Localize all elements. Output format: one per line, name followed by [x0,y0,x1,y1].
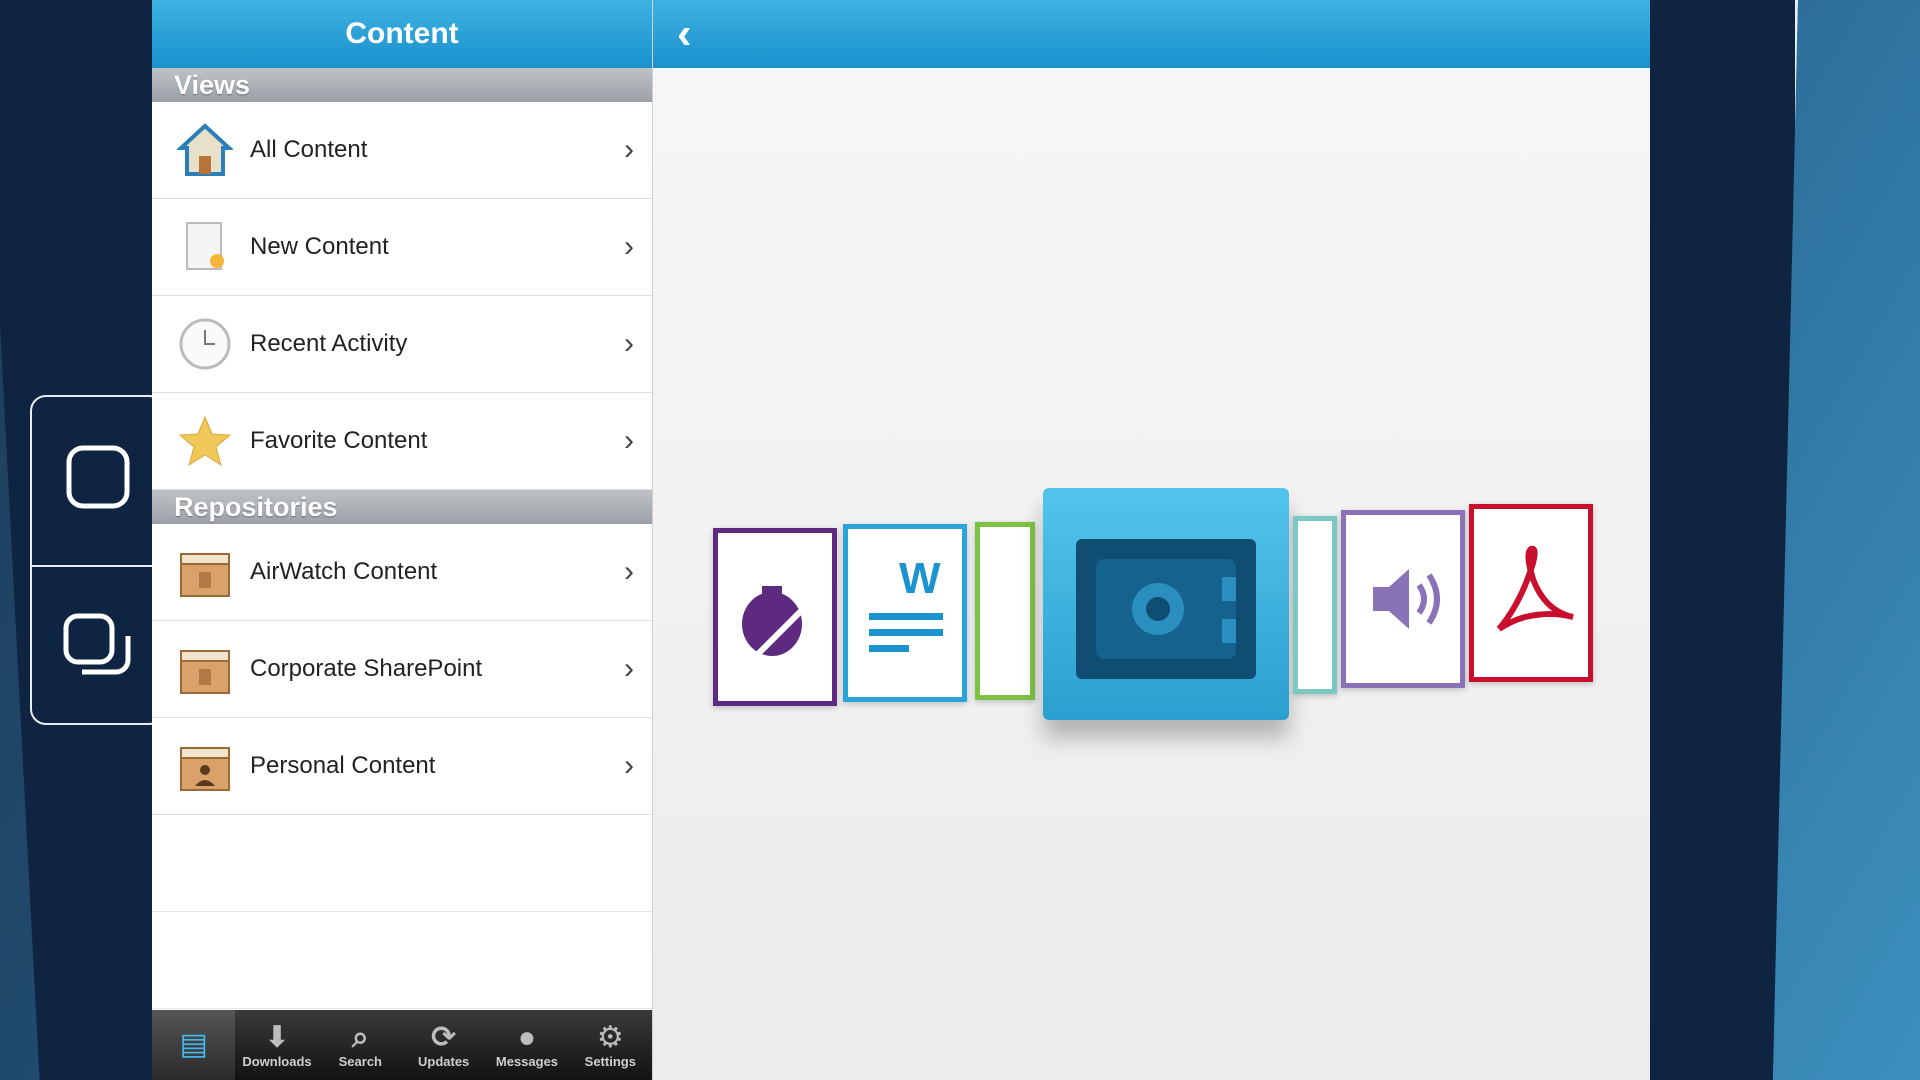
svg-text:W: W [899,554,941,603]
refresh-icon: ⟳ [431,1020,457,1054]
navigation-pane: Content Views All Content › New Content … [152,0,653,1080]
nav-header: Content [152,0,652,68]
tab-updates[interactable]: ⟳ Updates [402,1010,485,1080]
tab-downloads[interactable]: ⬇ Downloads [235,1010,318,1080]
archive-box-icon [174,638,236,700]
word-document-icon: W [843,524,967,702]
image-icon [975,522,1035,700]
search-icon: ⌕ [351,1020,369,1054]
chevron-right-icon: › [624,133,634,166]
home-icon [174,119,236,181]
nav-item-favorite-content[interactable]: Favorite Content › [152,393,652,490]
tab-content[interactable]: ▤ [152,1010,236,1080]
nav-item-label: New Content [250,233,389,260]
repository-item-personal-content[interactable]: Personal Content › [152,718,652,815]
audio-icon [1341,510,1465,688]
detail-pane: ‹ W [653,0,1650,1080]
tab-messages[interactable]: ● Messages [485,1010,568,1080]
side-button-panel [30,395,165,725]
detail-header: ‹ [653,0,1650,68]
tab-bar: ▤ ⬇ Downloads ⌕ Search ⟳ Updates ● Messa… [152,1010,652,1080]
tab-settings[interactable]: ⚙ Settings [569,1010,652,1080]
message-icon: ● [517,1020,537,1054]
views-section-header: Views [152,68,652,102]
square-icon [66,445,129,509]
repository-label: Corporate SharePoint [250,655,483,682]
tab-label: Downloads [242,1053,312,1069]
empty-list-row [152,815,652,912]
repositories-section-header: Repositories [152,490,652,524]
archive-box-icon [174,541,236,603]
pdf-icon [1469,504,1593,682]
repository-label: AirWatch Content [250,558,438,585]
video-icon [1293,516,1337,694]
chevron-right-icon: › [624,327,634,360]
chevron-right-icon: › [624,749,634,782]
chevron-left-icon[interactable]: ‹ [677,9,692,59]
tab-label: Messages [495,1053,559,1069]
note-icon [713,528,837,706]
nav-item-all-content[interactable]: All Content › [152,102,652,199]
empty-list-row [152,912,652,1009]
nav-item-label: Favorite Content [250,427,428,454]
chevron-right-icon: › [624,555,634,588]
repository-item-corporate-sharepoint[interactable]: Corporate SharePoint › [152,621,652,718]
clock-icon [174,313,236,375]
tab-label: Settings [584,1053,636,1069]
tab-label: Search [338,1053,382,1069]
nav-item-recent-activity[interactable]: Recent Activity › [152,296,652,393]
content-vault-icon [1043,488,1289,720]
multitask-button[interactable] [32,567,163,727]
download-icon: ⬇ [264,1020,290,1054]
app-screen: Content Views All Content › New Content … [152,0,1650,1080]
repository-item-airwatch-content[interactable]: AirWatch Content › [152,524,652,621]
chevron-right-icon: › [624,230,634,263]
nav-item-label: All Content [250,136,368,163]
gear-icon: ⚙ [596,1020,624,1054]
personal-box-icon [174,735,236,797]
tab-search[interactable]: ⌕ Search [319,1010,402,1080]
overlapping-squares-icon [63,613,130,675]
new-document-icon [174,216,236,278]
chevron-right-icon: › [624,424,634,457]
star-icon [174,410,236,472]
tab-label: Updates [418,1053,470,1069]
content-icon: ▤ [179,1028,208,1061]
nav-item-label: Recent Activity [250,330,408,357]
home-button[interactable] [32,397,163,557]
nav-item-new-content[interactable]: New Content › [152,199,652,296]
content-type-illustration: W [713,488,1593,748]
repository-label: Personal Content [250,752,436,779]
chevron-right-icon: › [624,652,634,685]
